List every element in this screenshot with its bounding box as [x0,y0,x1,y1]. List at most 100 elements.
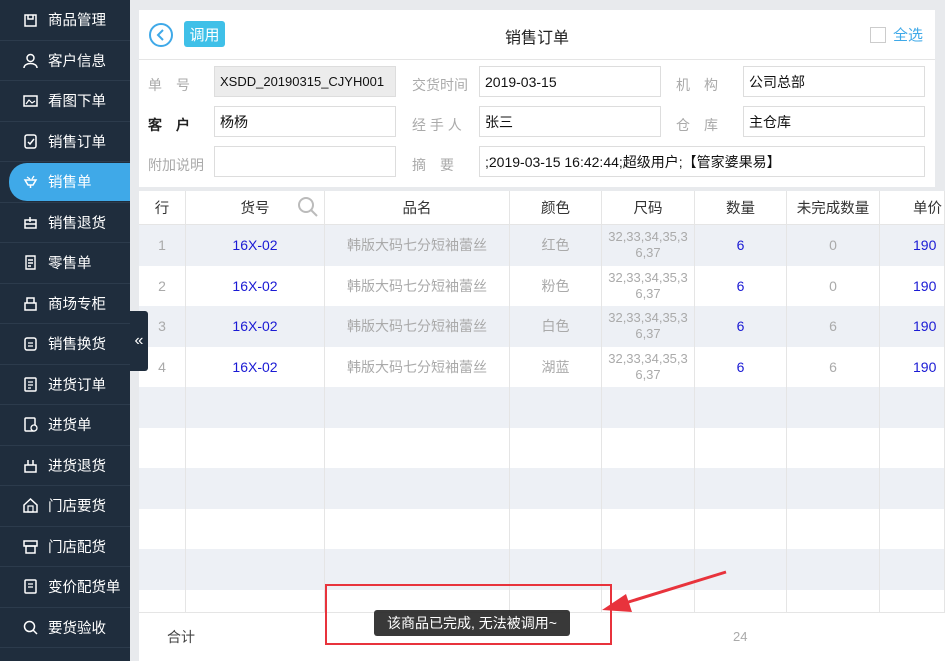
annotation-arrow-icon [602,570,727,612]
empty-cell [880,549,945,590]
handler-field[interactable]: 张三 [479,106,661,137]
empty-cell [186,387,325,428]
customer-field[interactable]: 杨杨 [214,106,396,137]
empty-cell [325,508,510,549]
row-no: 2 [139,265,186,306]
empty-cell [602,508,695,549]
empty-cell [186,427,325,468]
sidebar-item-inspect[interactable]: 要货验收 [0,608,130,648]
empty-cell [787,387,880,428]
select-all-toggle[interactable]: 全选 [869,24,923,45]
box-icon [22,11,39,28]
empty-cell [139,508,186,549]
item-price: 190 [880,265,945,306]
empty-cell [139,468,186,509]
order-form: 单 号 XSDD_20190315_CJYH001 交货时间 2019-03-1… [139,60,935,187]
handler-label: 经 手 人 [412,117,462,133]
empty-cell [695,387,787,428]
extra-note-label: 附加说明 [148,157,204,173]
sidebar-item-store-distribute[interactable]: 门店配货 [0,527,130,567]
sidebar-item-purchase-return[interactable]: 进货退货 [0,446,130,486]
sidebar-item-sales[interactable]: 销售单 [0,162,130,203]
org-field[interactable]: 公司总部 [743,66,925,97]
empty-cell [139,549,186,590]
sidebar-item-label: 门店要货 [48,499,106,516]
item-name: 韩版大码七分短袖蕾丝 [325,265,510,306]
warehouse-label: 仓 库 [676,117,718,133]
sidebar-item-exchange[interactable]: 销售换货 [0,324,130,365]
store-request-icon [22,497,39,514]
top-strip [130,0,945,8]
sidebar-item-counter[interactable]: 商场专柜 [0,284,130,324]
item-pending: 6 [787,346,880,387]
sidebar-item-image[interactable]: 看图下单 [0,81,130,122]
empty-cell [325,468,510,509]
empty-cell [695,508,787,549]
item-price: 190 [880,346,945,387]
sidebar-item-receipt[interactable]: 零售单 [0,243,130,284]
empty-cell [695,427,787,468]
empty-cell [787,508,880,549]
item-color: 红色 [510,225,602,266]
item-pending: 0 [787,265,880,306]
empty-cell [510,508,602,549]
table-row [139,427,945,468]
header-code[interactable]: 货号 [186,191,325,224]
item-name: 韩版大码七分短袖蕾丝 [325,306,510,347]
sidebar-item-price-change[interactable]: 变价配货单 [0,567,130,608]
delivery-time-field[interactable]: 2019-03-15 [479,66,661,97]
price-change-icon [22,578,39,595]
empty-cell [325,387,510,428]
counter-icon [22,295,39,312]
item-pending: 6 [787,306,880,347]
org-label: 机 构 [676,77,718,93]
item-size: 32,33,34,35,36,37 [602,265,695,306]
item-color: 白色 [510,306,602,347]
table-row[interactable]: 3 16X-02 韩版大码七分短袖蕾丝 白色 32,33,34,35,36,37 6 6 19… [139,306,945,347]
table-row [139,468,945,509]
header-name: 品名 [325,191,510,224]
inspect-icon [22,619,39,636]
select-all-label: 全选 [892,27,923,44]
sidebar-item-store-request[interactable]: 门店要货 [0,486,130,527]
item-size: 32,33,34,35,36,37 [602,306,695,347]
sidebar-item-purchase-order[interactable]: 进货订单 [0,365,130,405]
item-code: 16X-02 [186,225,325,266]
annotation-highlight-box [325,584,612,645]
sidebar-item-label: 商场专柜 [48,296,106,313]
sidebar: 商品管理 客户信息 看图下单 销售订单 销售单 销售退货 零售单 商场专柜 销售换货 进货订单 进货… [0,0,130,661]
exchange-icon [22,335,39,352]
table-row[interactable]: 2 16X-02 韩版大码七分短袖蕾丝 粉色 32,33,34,35,36,37 6 0 19… [139,265,945,306]
sidebar-item-user[interactable]: 客户信息 [0,41,130,81]
order-no-field: XSDD_20190315_CJYH001 [214,66,396,97]
summary-field[interactable]: ;2019-03-15 16:42:44;超级用户;【管家婆果易】 [479,146,925,177]
empty-cell [510,387,602,428]
sidebar-item-order[interactable]: 销售订单 [0,122,130,162]
empty-cell [695,468,787,509]
sidebar-item-box[interactable]: 商品管理 [0,0,130,41]
warehouse-field[interactable]: 主仓库 [743,106,925,137]
sidebar-item-purchase[interactable]: 进货单 [0,405,130,446]
collapse-sidebar-button[interactable]: « [130,311,148,371]
table-row[interactable]: 1 16X-02 韩版大码七分短袖蕾丝 红色 32,33,34,35,36,37 6 0 19… [139,225,945,266]
header-row-no: 行 [139,191,186,224]
image-icon [22,92,39,109]
customer-label: 客 户 [148,117,190,133]
item-size: 32,33,34,35,36,37 [602,346,695,387]
empty-cell [880,427,945,468]
select-all-checkbox[interactable] [869,26,886,43]
sidebar-item-return[interactable]: 销售退货 [0,203,130,243]
order-no-label: 单 号 [148,77,190,93]
empty-cell [602,427,695,468]
item-price: 190 [880,225,945,266]
table-row[interactable]: 4 16X-02 韩版大码七分短袖蕾丝 湖蓝 32,33,34,35,36,37 6 6 19… [139,346,945,387]
search-icon[interactable] [297,196,319,218]
sidebar-item-label: 销售订单 [48,134,106,151]
sidebar-item-label: 进货退货 [48,458,106,475]
item-color: 粉色 [510,265,602,306]
receipt-icon [22,254,39,271]
header-qty: 数量 [695,191,787,224]
extra-note-field[interactable] [214,146,396,177]
item-qty: 6 [695,346,787,387]
summary-label: 摘 要 [412,157,454,173]
